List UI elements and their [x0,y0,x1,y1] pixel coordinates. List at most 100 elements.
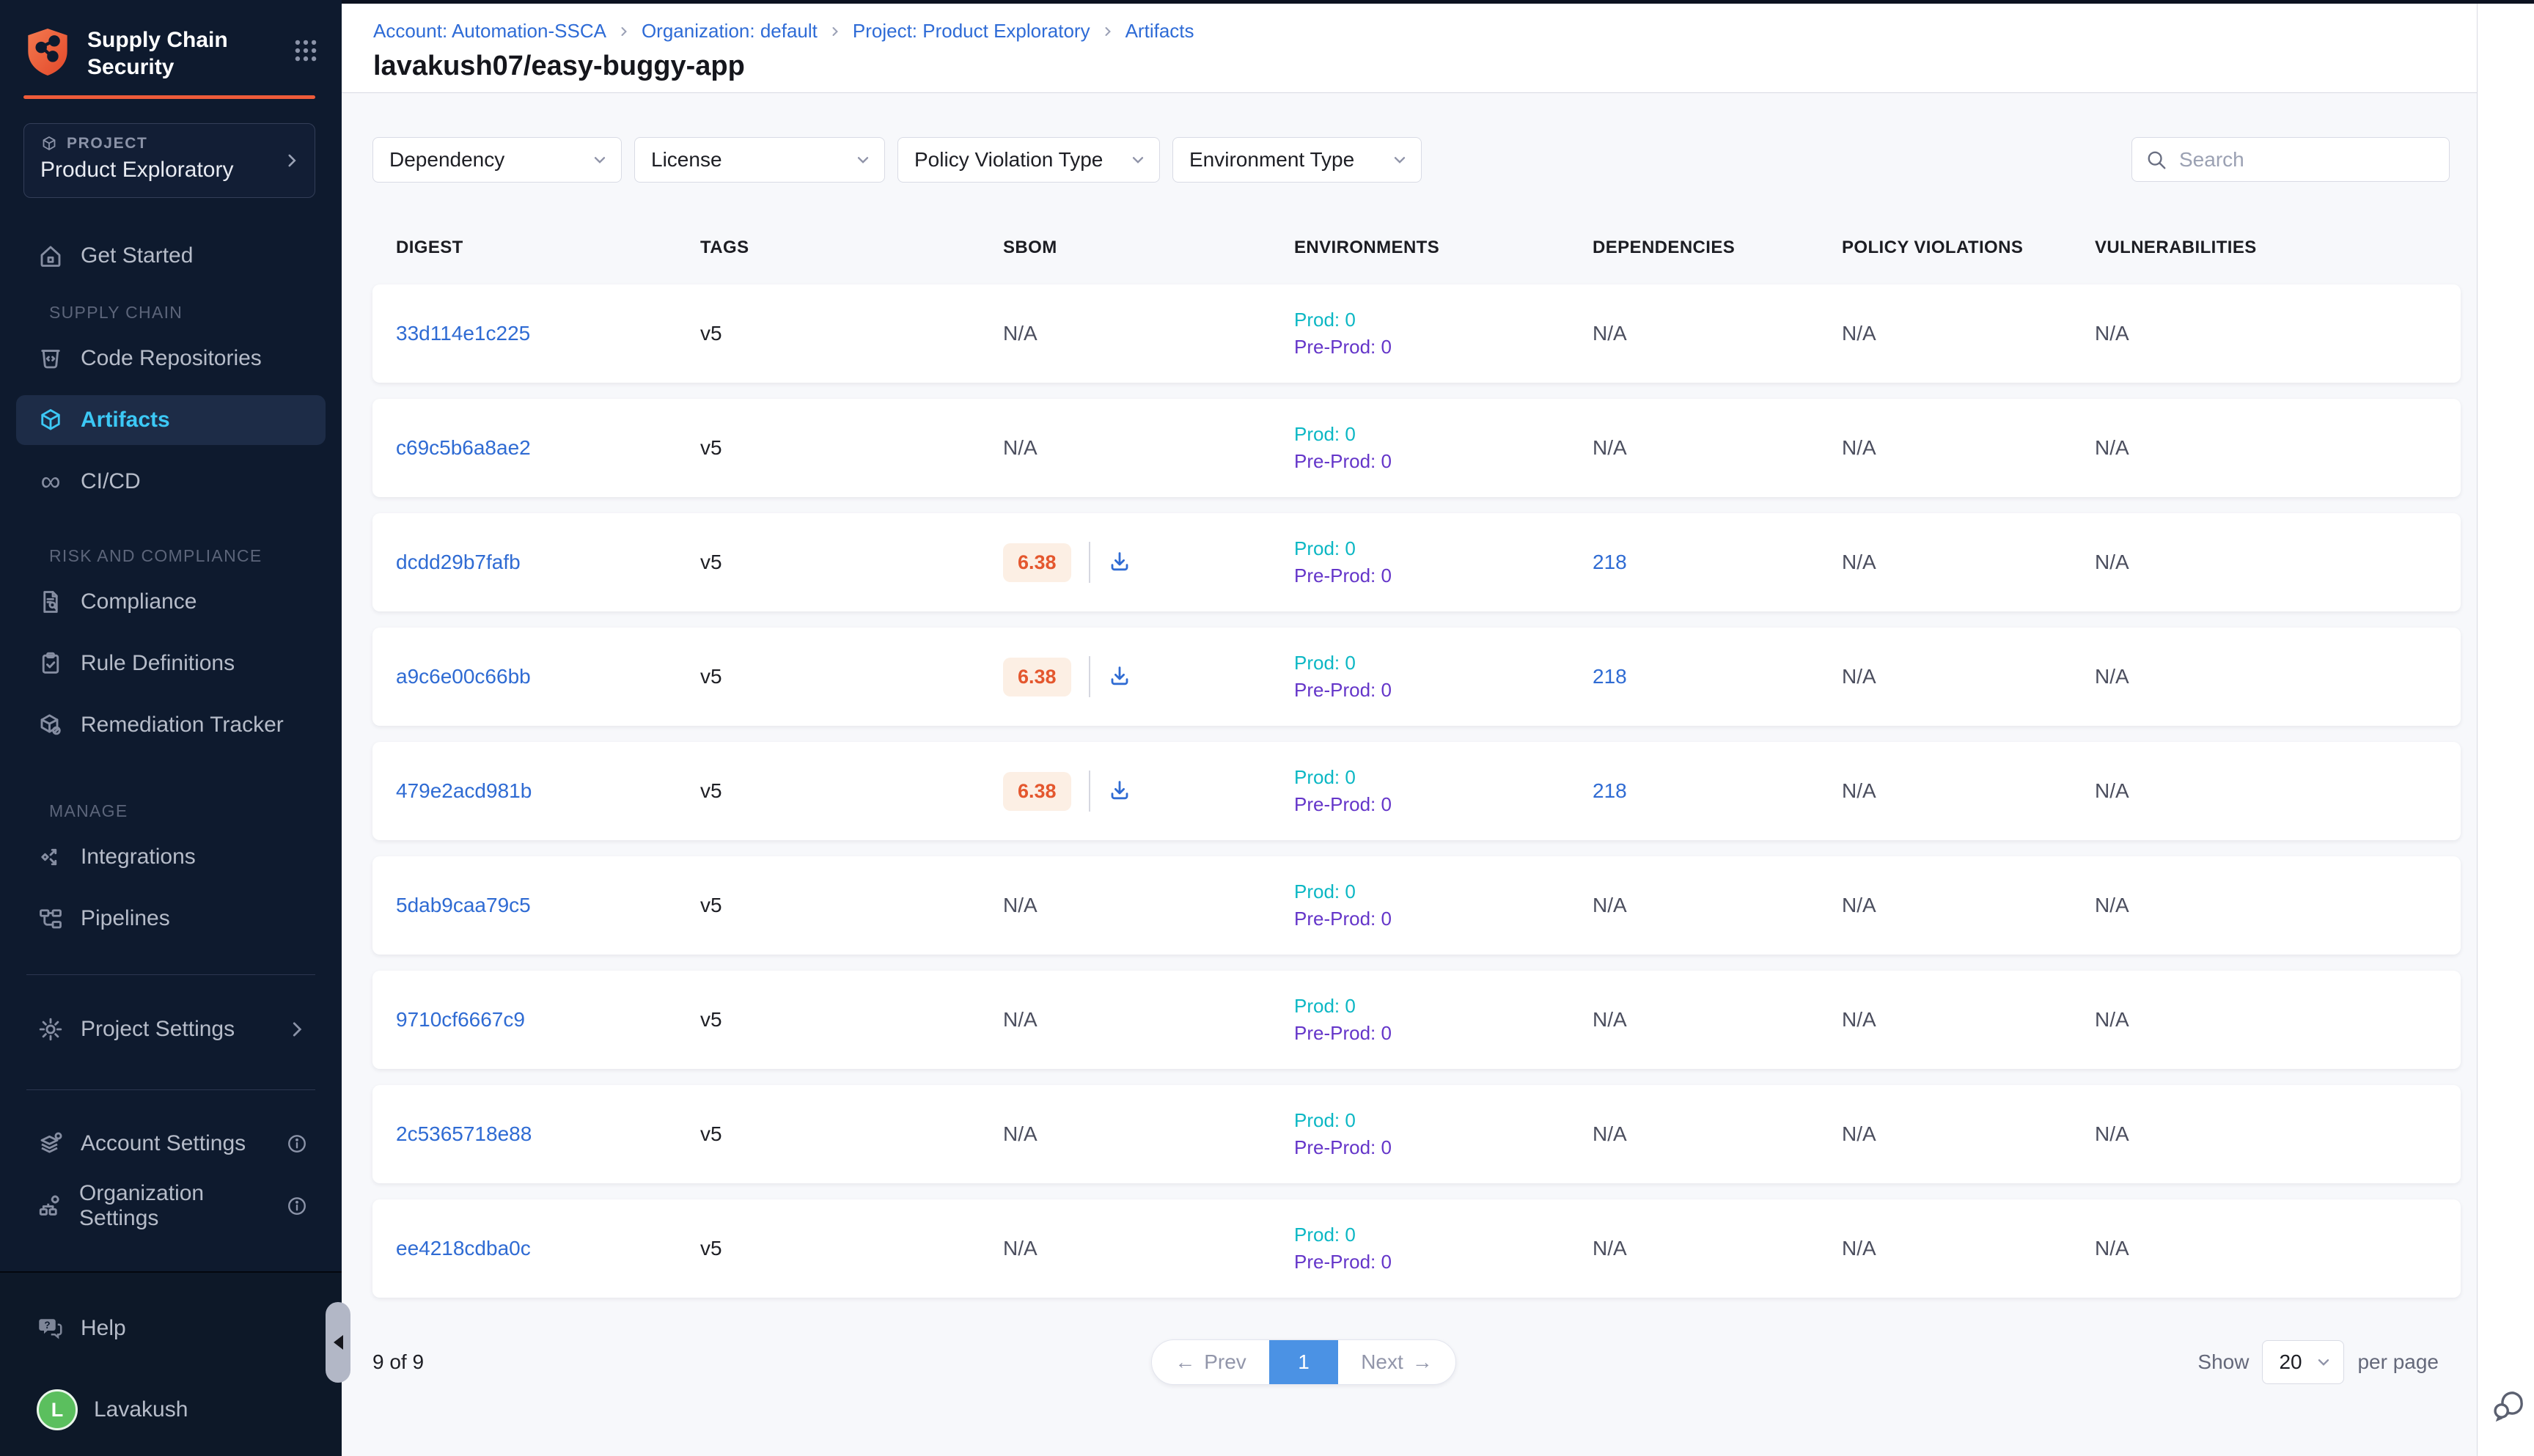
org-gear-icon [37,1192,63,1220]
current-page-button[interactable]: 1 [1269,1340,1338,1384]
filter-dependency[interactable]: Dependency [372,137,622,183]
digest-link[interactable]: dcdd29b7fafb [396,551,521,573]
na-value: N/A [2095,1122,2129,1145]
na-value: N/A [2095,779,2129,802]
prev-page-button[interactable]: ← Prev [1152,1340,1269,1384]
digest-link[interactable]: a9c6e00c66bb [396,665,531,688]
na-value: N/A [1593,436,1627,459]
digest-link[interactable]: ee4218cdba0c [396,1237,531,1260]
sidebar-item-organization-settings[interactable]: Organization Settings [16,1181,326,1231]
divider [1089,771,1090,812]
breadcrumb-link[interactable]: Organization: default [642,20,818,43]
table-row: 5dab9caa79c5v5N/AProd: 0Pre-Prod: 0N/AN/… [372,856,2461,955]
na-value: N/A [1842,1122,1876,1145]
sidebar-item-artifacts[interactable]: Artifacts [16,395,326,445]
right-margin [2477,4,2534,1456]
sidebar-item-label: Account Settings [81,1131,246,1156]
sbom-cell: 6.38 [1003,542,1294,583]
sidebar-item-compliance[interactable]: Compliance [16,577,326,627]
vulnerabilities-cell: N/A [2095,551,2461,574]
vulnerabilities-cell: N/A [2095,779,2461,803]
chat-bubbles-icon[interactable] [2491,1389,2527,1424]
filter-policy-violation-type[interactable]: Policy Violation Type [897,137,1160,183]
infinity-icon: ∞ [37,468,65,496]
prod-count: Prod: 0 [1294,1221,1593,1249]
sidebar-section-heading: RISK AND COMPLIANCE [0,545,342,567]
prod-count: Prod: 0 [1294,306,1593,334]
tag-value: v5 [700,1008,722,1031]
sidebar-item-remediation-tracker[interactable]: Remediation Tracker [16,700,326,750]
policy-violations-cell: N/A [1842,1122,2095,1146]
project-label: PROJECT [67,135,147,152]
search-box [2131,137,2450,182]
filter-environment-type[interactable]: Environment Type [1172,137,1422,183]
sidebar-item-help[interactable]: ? Help [16,1304,326,1353]
breadcrumb-link[interactable]: Artifacts [1125,20,1194,43]
page-size-select[interactable]: 20 [2262,1340,2344,1384]
tag-value: v5 [700,322,722,345]
sidebar-item-label: Get Started [81,243,193,268]
digest-link[interactable]: 2c5365718e88 [396,1122,532,1145]
digest-link[interactable]: 479e2acd981b [396,779,532,802]
chevron-down-icon [1390,150,1409,169]
app-root: Supply Chain Security PROJECT [0,0,2534,1456]
sbom-cell: N/A [1003,894,1294,917]
dependencies-link[interactable]: 218 [1593,551,1627,573]
na-value: N/A [2095,1008,2129,1031]
sbom-download-button[interactable] [1108,550,1133,575]
tag-cell: v5 [700,1237,1003,1260]
info-icon[interactable] [286,1133,308,1155]
module-grid-icon[interactable] [292,37,320,65]
sidebar-item-project-settings[interactable]: Project Settings [16,1004,326,1054]
dependencies-cell: N/A [1593,894,1842,917]
gear-icon [37,1015,65,1043]
tag-value: v5 [700,1122,722,1145]
digest-cell: c69c5b6a8ae2 [396,436,700,460]
na-value: N/A [1842,665,1876,688]
sidebar-item-rule-definitions[interactable]: Rule Definitions [16,639,326,688]
digest-link[interactable]: 9710cf6667c9 [396,1008,525,1031]
chevron-right-icon [282,151,301,170]
page-header: Account: Automation-SSCA Organization: de… [342,4,2477,93]
user-menu[interactable]: L Lavakush [16,1385,326,1435]
sbom-cell: N/A [1003,1122,1294,1146]
digest-link[interactable]: c69c5b6a8ae2 [396,436,531,459]
arrow-right-icon: → [1412,1350,1433,1374]
sidebar-item-integrations[interactable]: Integrations [16,832,326,882]
environments-cell: Prod: 0Pre-Prod: 0 [1294,421,1593,475]
sidebar-item-label: Help [81,1316,126,1341]
sidebar-item-pipelines[interactable]: Pipelines [16,894,326,944]
info-icon[interactable] [286,1195,308,1217]
sbom-score-group: 6.38 [1003,771,1294,812]
dependencies-cell: N/A [1593,436,1842,460]
filter-license[interactable]: License [634,137,885,183]
column-header-vulnerabilities: VULNERABILITIES [2095,238,2461,258]
sidebar-item-account-settings[interactable]: Account Settings [16,1119,326,1169]
breadcrumb-link[interactable]: Project: Product Exploratory [853,20,1090,43]
na-value: N/A [1003,322,1038,345]
sidebar-item-label: Code Repositories [81,346,262,371]
sidebar-item-ci-cd[interactable]: ∞CI/CD [16,457,326,507]
na-value: N/A [1842,894,1876,916]
sbom-score-badge: 6.38 [1003,658,1071,696]
next-page-button[interactable]: Next → [1338,1340,1455,1384]
dependencies-link[interactable]: 218 [1593,665,1627,688]
search-input[interactable] [2179,148,2444,172]
filter-label: License [651,148,722,172]
sidebar-item-get-started[interactable]: Get Started [16,231,326,281]
digest-link[interactable]: 5dab9caa79c5 [396,894,531,916]
na-value: N/A [1003,1237,1038,1260]
app-title-line1: Supply Chain [87,26,292,54]
divider [26,1089,315,1090]
sbom-download-button[interactable] [1108,664,1133,689]
sidebar-collapse-handle[interactable] [326,1302,350,1383]
breadcrumb-link[interactable]: Account: Automation-SSCA [373,20,606,43]
dependencies-link[interactable]: 218 [1593,779,1627,802]
digest-link[interactable]: 33d114e1c225 [396,322,530,345]
sidebar-item-code-repositories[interactable]: Code Repositories [16,334,326,383]
table-row: 2c5365718e88v5N/AProd: 0Pre-Prod: 0N/AN/… [372,1085,2461,1183]
sbom-download-button[interactable] [1108,779,1133,804]
digest-cell: ee4218cdba0c [396,1237,700,1260]
policy-violations-cell: N/A [1842,322,2095,345]
project-selector[interactable]: PROJECT Product Exploratory [23,123,315,198]
